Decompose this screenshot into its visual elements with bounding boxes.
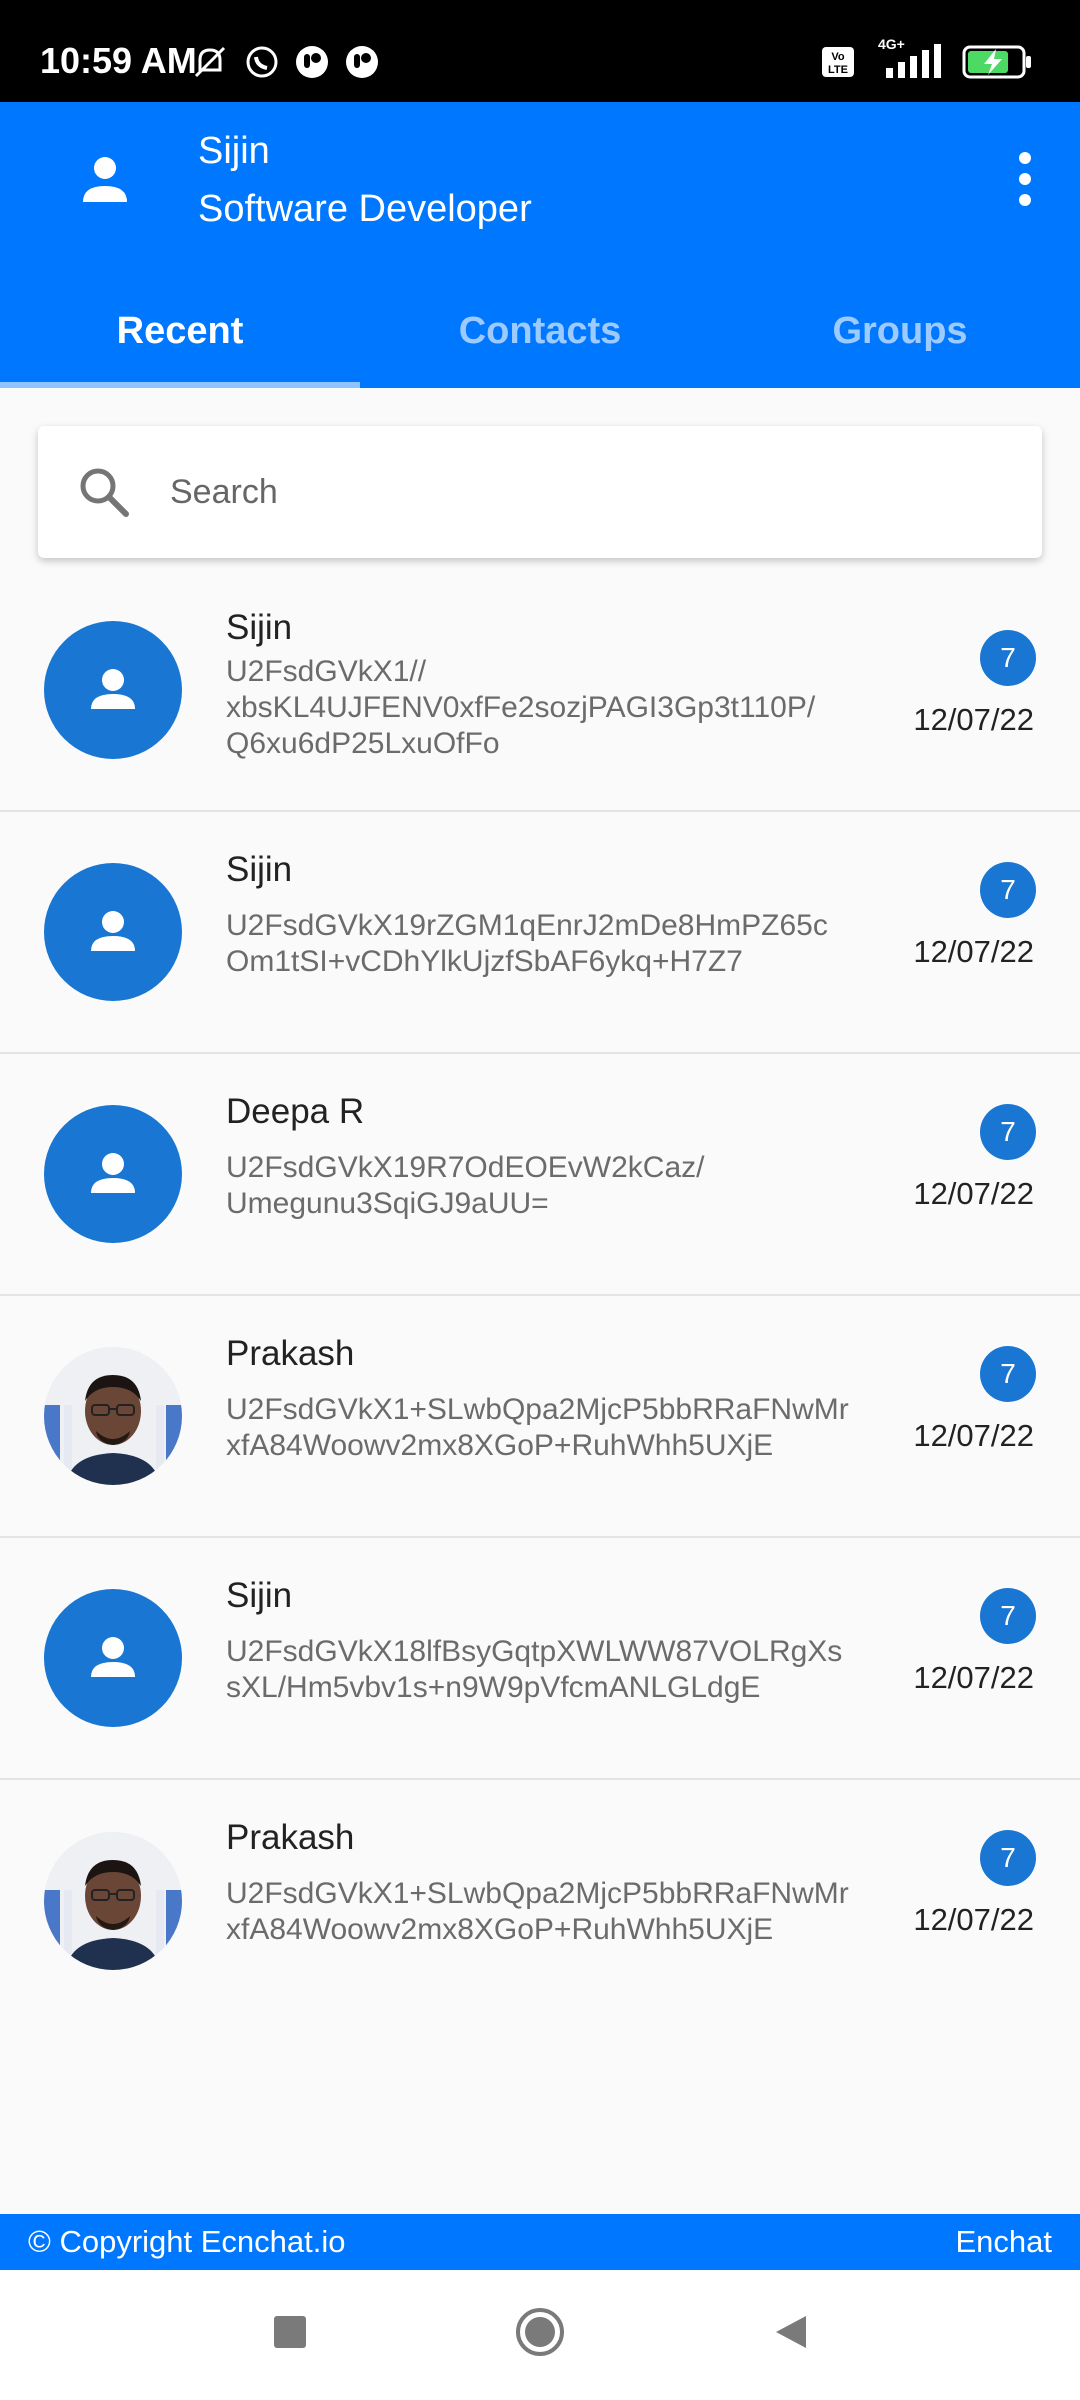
chat-message: U2FsdGVkX18lfBsyGqtpXWLWW87VOLRgXs sXL/H… [226,1635,843,1704]
status-bar: 10:59 AM Vo LTE 4G+ [0,0,1080,102]
profile-photo [44,1347,182,1485]
chat-item[interactable]: Sijin U2FsdGVkX19rZGM1qEnrJ2mDe8HmPZ65c … [0,812,1080,1054]
avatar-photo [44,1347,182,1485]
tab-groups[interactable]: Groups [720,274,1080,388]
chat-list: Sijin U2FsdGVkX1// xbsKL4UJFENV0xfFe2soz… [0,570,1080,2022]
app-icon [296,46,328,78]
chat-message: U2FsdGVkX1+SLwbQpa2MjcP5bbRRaFNwMr xfA84… [226,1877,849,1946]
chat-date: 12/07/22 [913,934,1034,969]
chat-message: U2FsdGVkX1// xbsKL4UJFENV0xfFe2sozjPAGI3… [226,655,816,760]
brand-text: Enchat [955,2224,1052,2259]
chat-item[interactable]: Prakash U2FsdGVkX1+SLwbQpa2MjcP5bbRRaFNw… [0,1296,1080,1538]
chat-message: U2FsdGVkX19rZGM1qEnrJ2mDe8HmPZ65c Om1tSI… [226,909,828,978]
user-name: Sijin [198,130,270,172]
chat-name: Sijin [226,608,293,647]
chat-item[interactable]: Deepa R U2FsdGVkX19R7OdEOEvW2kCaz/ Umegu… [0,1054,1080,1296]
volte-icon: Vo LTE [822,47,854,77]
unread-badge: 7 [980,1104,1036,1160]
unread-badge: 7 [980,862,1036,918]
chat-name: Prakash [226,1334,355,1373]
battery-charging-icon [962,45,1031,79]
chat-name: Sijin [226,1576,293,1615]
home-circle-icon[interactable] [514,2306,566,2358]
tab-bar: Recent Contacts Groups [0,274,1080,388]
unread-badge: 7 [980,630,1036,686]
back-triangle-icon[interactable] [770,2312,810,2352]
avatar [44,863,182,1001]
chat-item[interactable]: Prakash U2FsdGVkX1+SLwbQpa2MjcP5bbRRaFNw… [0,1780,1080,2022]
chat-name: Deepa R [226,1092,365,1131]
chat-date: 12/07/22 [913,1902,1034,1937]
search-icon [80,468,129,517]
svg-text:Vo: Vo [831,51,845,63]
chat-name: Prakash [226,1818,355,1857]
chat-date: 12/07/22 [913,1660,1034,1695]
chat-item[interactable]: Sijin U2FsdGVkX1// xbsKL4UJFENV0xfFe2soz… [0,570,1080,812]
chat-item[interactable]: Sijin U2FsdGVkX18lfBsyGqtpXWLWW87VOLRgXs… [0,1538,1080,1780]
mute-icon [194,46,226,78]
search-input[interactable] [170,458,1010,526]
copyright-text: © Copyright Ecnchat.io [28,2224,346,2259]
chat-date: 12/07/22 [913,1418,1034,1453]
avatar [44,1589,182,1727]
person-icon [91,669,135,709]
person-icon [91,911,135,951]
app-icon [346,46,378,78]
person-icon [91,1637,135,1677]
app-header: Sijin Software Developer Recent Contacts… [0,102,1080,388]
svg-text:LTE: LTE [828,64,848,76]
chat-message: U2FsdGVkX1+SLwbQpa2MjcP5bbRRaFNwMr xfA84… [226,1393,849,1462]
search-box[interactable] [38,426,1042,558]
unread-badge: 7 [980,1830,1036,1886]
person-icon[interactable] [78,154,132,208]
avatar-photo [44,1832,182,1970]
4g-signal-icon: 4G+ [872,36,946,80]
more-options-icon[interactable] [1000,148,1050,210]
whatsapp-icon [246,46,278,78]
status-time: 10:59 AM [40,40,197,81]
chat-date: 12/07/22 [913,702,1034,737]
person-icon [91,1153,135,1193]
unread-badge: 7 [980,1346,1036,1402]
chat-name: Sijin [226,850,293,889]
chat-message: U2FsdGVkX19R7OdEOEvW2kCaz/ Umegunu3SqiGJ… [226,1151,705,1220]
chat-date: 12/07/22 [913,1176,1034,1211]
avatar [44,621,182,759]
recents-square-icon[interactable] [270,2312,310,2352]
tab-contacts[interactable]: Contacts [360,274,720,388]
profile-photo [44,1832,182,1970]
tab-recent[interactable]: Recent [0,274,360,388]
user-role: Software Developer [198,188,532,230]
unread-badge: 7 [980,1588,1036,1644]
avatar [44,1105,182,1243]
system-nav-bar [0,2270,1080,2400]
footer: © Copyright Ecnchat.io Enchat [0,2214,1080,2270]
